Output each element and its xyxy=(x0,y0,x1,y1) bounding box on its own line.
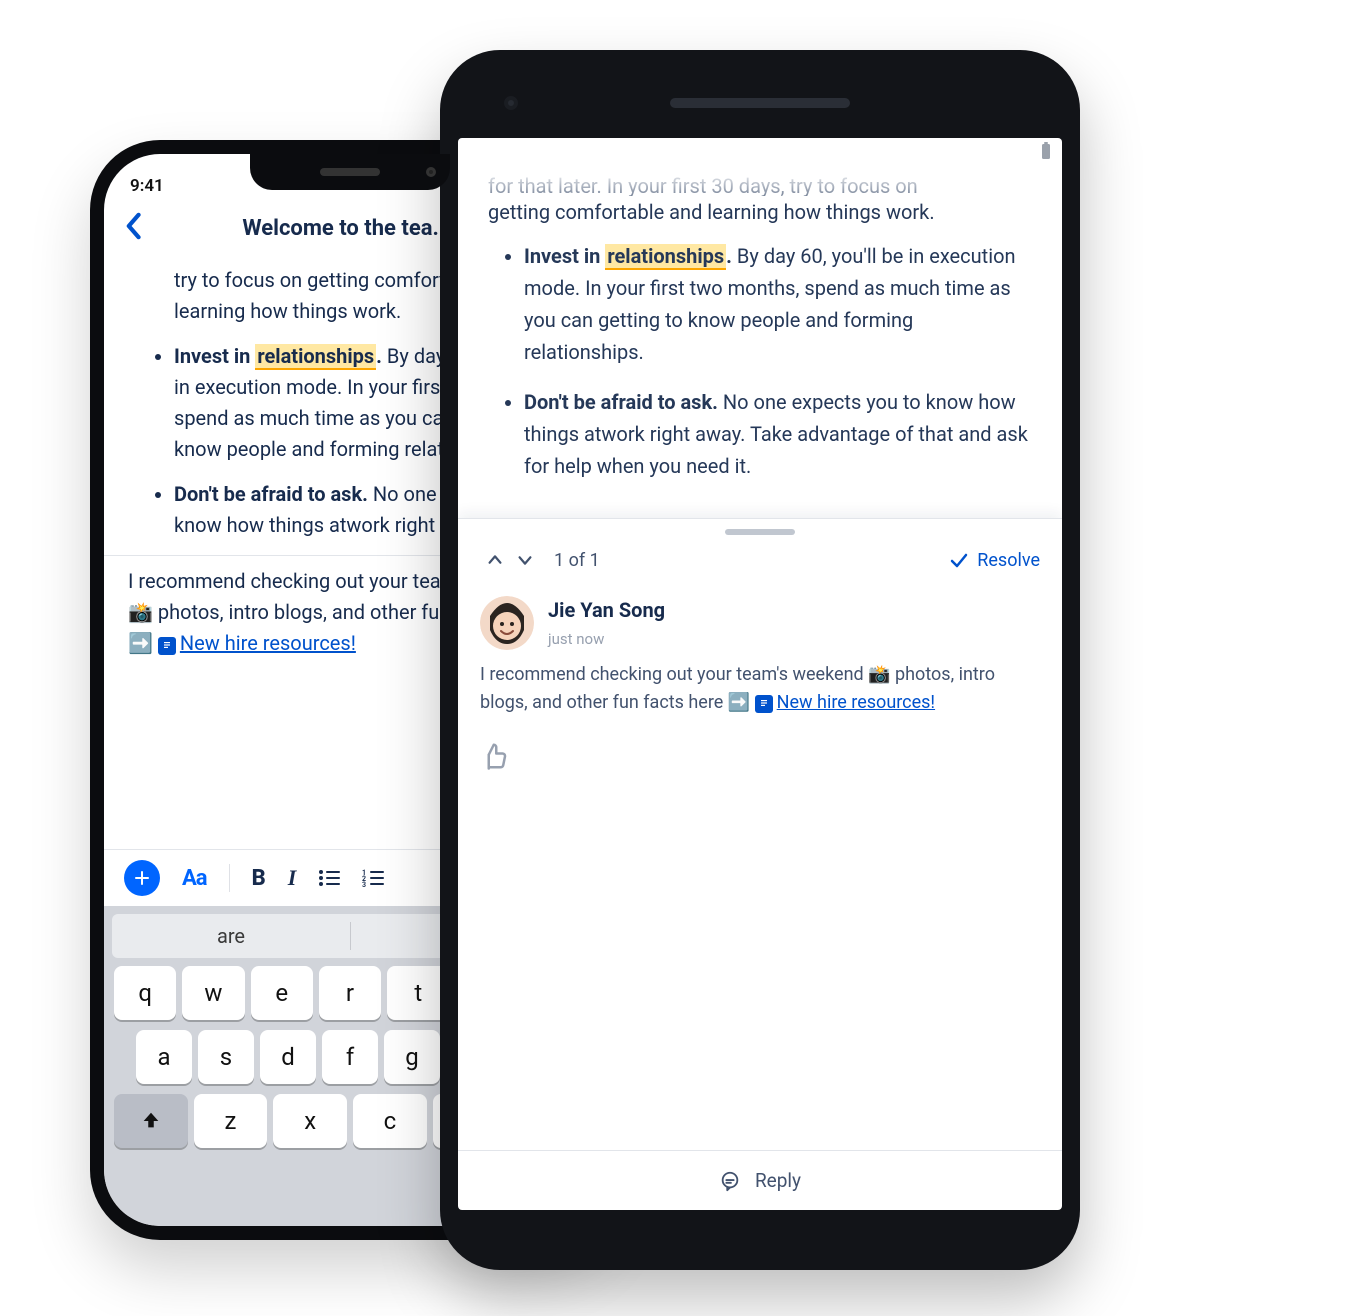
next-comment-button[interactable] xyxy=(510,545,540,575)
highlight-relationships[interactable]: relationships xyxy=(605,244,726,270)
back-button[interactable] xyxy=(124,212,142,244)
new-hire-resources-link[interactable]: New hire resources! xyxy=(180,631,356,655)
scroll-peek: for that later. In your first 30 days, t… xyxy=(488,170,1032,196)
bullet-list-button[interactable] xyxy=(318,869,340,887)
avatar xyxy=(480,596,534,650)
android-frame: for that later. In your first 30 days, t… xyxy=(440,50,1080,1270)
numbered-list-button[interactable]: 123 xyxy=(362,869,384,887)
bold-button[interactable]: B xyxy=(252,866,266,891)
toolbar-divider xyxy=(229,864,230,892)
android-screen: for that later. In your first 30 days, t… xyxy=(458,138,1062,1210)
prev-comment-button[interactable] xyxy=(480,545,510,575)
iphone-notch xyxy=(250,154,450,190)
comment-time: just now xyxy=(548,628,665,651)
comment-body: I recommend checking out your team's wee… xyxy=(480,661,1040,717)
resolve-button[interactable]: Resolve xyxy=(949,550,1040,571)
key-z[interactable]: z xyxy=(194,1094,268,1148)
insert-button[interactable] xyxy=(124,860,160,896)
comment-author: Jie Yan Song xyxy=(548,595,665,626)
android-status-bar xyxy=(458,138,1062,168)
list-item: Invest in relationships. By day 60, you'… xyxy=(524,240,1032,368)
android-document[interactable]: for that later. In your first 30 days, t… xyxy=(458,168,1062,518)
text-style-button[interactable]: Aa xyxy=(182,866,207,891)
key-r[interactable]: r xyxy=(319,966,381,1020)
key-g[interactable]: g xyxy=(384,1030,440,1084)
key-c[interactable]: c xyxy=(353,1094,427,1148)
list-item: Don't be afraid to ask. No one expects y… xyxy=(524,386,1032,482)
page-icon xyxy=(755,695,773,713)
drag-handle[interactable] xyxy=(458,519,1062,541)
battery-icon xyxy=(1040,142,1052,164)
key-w[interactable]: w xyxy=(182,966,244,1020)
suggestion[interactable]: are xyxy=(112,914,350,958)
key-e[interactable]: e xyxy=(251,966,313,1020)
key-q[interactable]: q xyxy=(114,966,176,1020)
new-hire-resources-link[interactable]: New hire resources! xyxy=(777,692,935,713)
comment-panel: 1 of 1 Resolve Jie Yan Song just now xyxy=(458,518,1062,1210)
key-a[interactable]: a xyxy=(136,1030,192,1084)
italic-button[interactable]: I xyxy=(288,865,297,891)
status-time: 9:41 xyxy=(130,176,164,196)
paragraph: getting comfortable and learning how thi… xyxy=(488,196,1032,228)
like-button[interactable] xyxy=(480,741,510,771)
key-x[interactable]: x xyxy=(273,1094,347,1148)
comment-counter: 1 of 1 xyxy=(554,550,600,571)
android-top-bezel xyxy=(458,68,1062,138)
key-d[interactable]: d xyxy=(260,1030,316,1084)
shift-key[interactable] xyxy=(114,1094,188,1148)
comment: Jie Yan Song just now I recommend checki… xyxy=(458,589,1062,733)
key-s[interactable]: s xyxy=(198,1030,254,1084)
svg-text:3: 3 xyxy=(362,881,366,887)
page-icon xyxy=(158,637,176,655)
highlight-relationships[interactable]: relationships xyxy=(255,344,376,370)
key-f[interactable]: f xyxy=(322,1030,378,1084)
reply-button[interactable]: Reply xyxy=(458,1150,1062,1210)
